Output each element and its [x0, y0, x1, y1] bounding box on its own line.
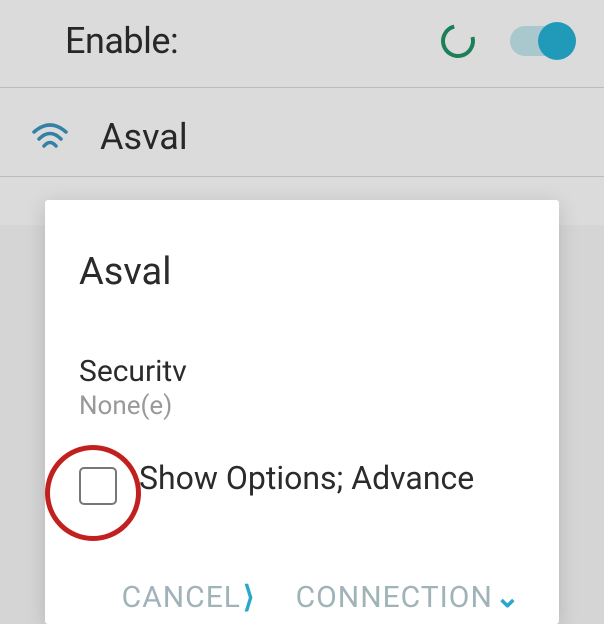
- advanced-options-label: Show Options; Advance: [139, 461, 474, 496]
- wifi-network-name: Asval: [100, 116, 188, 158]
- arrow-indicator-icon: ⟩: [243, 580, 256, 615]
- wifi-connect-dialog: Asval Securitv None(e) Show Options; Adv…: [45, 200, 559, 624]
- header-controls: [441, 24, 574, 58]
- header-title: Enable:: [65, 20, 178, 62]
- dialog-title: Asval: [73, 250, 531, 294]
- dialog-actions: CANCEL⟩ CONNECTION⌄: [73, 580, 531, 615]
- toggle-knob: [538, 22, 576, 60]
- connect-button[interactable]: CONNECTION⌄: [296, 580, 521, 615]
- wifi-network-item[interactable]: Asval: [0, 98, 604, 177]
- wifi-enable-toggle[interactable]: [510, 26, 574, 56]
- advanced-options-checkbox[interactable]: [79, 467, 117, 505]
- security-label: Securitv: [73, 354, 531, 389]
- advanced-options-row[interactable]: Show Options; Advance: [73, 461, 531, 505]
- wifi-header: Enable:: [0, 0, 604, 88]
- refresh-spinner-icon[interactable]: [435, 18, 481, 64]
- wifi-signal-icon: [30, 122, 70, 152]
- cancel-button[interactable]: CANCEL⟩: [122, 580, 256, 615]
- arrow-indicator-icon: ⌄: [495, 580, 521, 615]
- security-value: None(e): [73, 391, 531, 421]
